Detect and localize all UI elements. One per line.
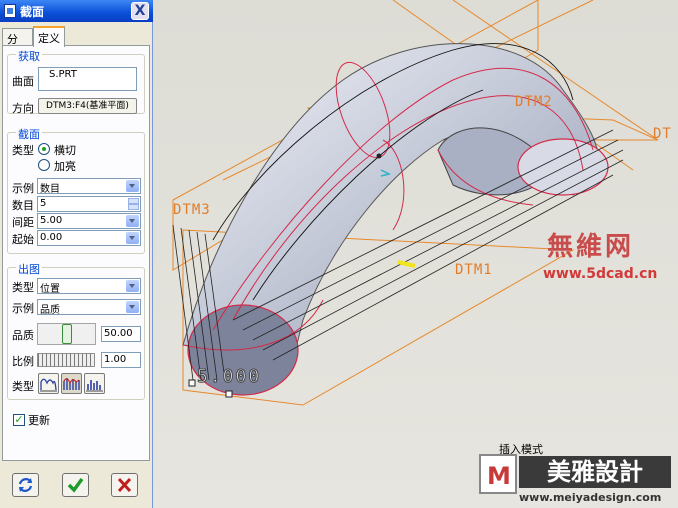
count-stepper[interactable]: 5	[37, 196, 141, 212]
radio-cross-section[interactable]	[38, 143, 50, 155]
histogram-button[interactable]	[84, 373, 105, 394]
datum-label-dt[interactable]: DT	[653, 126, 672, 142]
radio-highlight-label: 加亮	[54, 160, 76, 173]
count-value: 5	[40, 198, 47, 209]
section-example-select[interactable]: 数目	[37, 178, 141, 194]
datum-label-dtm1[interactable]: DTM1	[455, 262, 493, 278]
curve-chart-button[interactable]	[38, 373, 59, 394]
direction-label: 方向	[12, 102, 34, 115]
output-group-title: 出图	[16, 261, 42, 277]
dimension-handle	[188, 379, 196, 387]
start-select[interactable]: 0.00	[37, 230, 141, 246]
output-type-label: 类型	[12, 281, 34, 294]
chevron-down-icon[interactable]	[126, 280, 139, 292]
output-example-label: 示例	[12, 302, 34, 315]
dialog-title: 截面	[20, 5, 45, 19]
close-button[interactable]: X	[131, 2, 149, 20]
histogram-icon	[86, 380, 103, 392]
logo-text: 美雅設計	[519, 456, 671, 488]
section-group-title: 截面	[16, 126, 42, 142]
chevron-down-icon[interactable]	[126, 301, 139, 313]
spinner-icon[interactable]	[128, 198, 139, 210]
tab-analysis[interactable]: 分析	[2, 28, 33, 62]
quality-input[interactable]: 50.00	[101, 326, 141, 342]
definition-group-title: 获取	[16, 48, 42, 64]
curve-chart-icon	[40, 378, 57, 392]
ratio-label: 比例	[12, 355, 34, 368]
ok-button[interactable]	[62, 473, 89, 497]
update-label: 更新	[28, 414, 50, 427]
output-type-value: 位置	[40, 284, 60, 294]
logo-letter: M	[487, 462, 511, 490]
definition-panel: 获取 曲面 S.PRT 方向 DTM3:F4(基准平面) 截面 类型 横切 加亮…	[2, 45, 150, 461]
watermark-title: 無維网	[547, 232, 635, 262]
surface-label: 曲面	[12, 75, 34, 88]
update-checkbox[interactable]: ✓	[13, 414, 25, 426]
section-dialog: 截面 X 分析 定义 获取 曲面 S.PRT 方向 DTM3:F4(基准平面) …	[0, 0, 153, 508]
repeat-icon	[18, 478, 33, 492]
watermark-url: www.5dcad.cn	[543, 266, 658, 282]
window-icon	[4, 4, 16, 18]
logo-url: www.meiyadesign.com	[519, 491, 662, 504]
output-example-select[interactable]: 品质	[37, 299, 141, 315]
chart-type-label: 类型	[12, 380, 34, 393]
section-example-value: 数目	[40, 184, 60, 194]
spacing-select[interactable]: 5.00	[37, 213, 141, 229]
bar-chart-icon	[63, 378, 80, 390]
direction-button[interactable]: DTM3:F4(基准平面)	[38, 98, 137, 114]
quality-slider[interactable]	[37, 323, 96, 345]
output-group: 出图 类型 位置 示例 品质 品质 50.00 比例 1.00 类型	[7, 261, 145, 400]
brand-logo: M 美雅設計 www.meiyadesign.com	[479, 454, 673, 506]
section-example-label: 示例	[12, 182, 34, 195]
bar-chart-button[interactable]	[61, 373, 82, 394]
dimension-value[interactable]: 5.000	[196, 366, 261, 388]
ratio-input[interactable]: 1.00	[101, 352, 141, 368]
tab-definition[interactable]: 定义	[33, 26, 65, 47]
definition-group: 获取 曲面 S.PRT 方向 DTM3:F4(基准平面)	[7, 48, 145, 115]
section-type-label: 类型	[12, 144, 34, 157]
radio-highlight[interactable]	[38, 159, 50, 171]
count-label: 数目	[12, 199, 34, 212]
section-group: 截面 类型 横切 加亮 示例 数目 数目 5 间距 5.00 起始 0.00	[7, 126, 145, 254]
radio-cross-section-label: 横切	[54, 144, 76, 157]
output-type-select[interactable]: 位置	[37, 278, 141, 294]
cancel-button[interactable]	[111, 473, 138, 497]
dimension-handle	[225, 390, 233, 398]
logo-mark: M	[479, 454, 517, 494]
output-example-value: 品质	[40, 305, 60, 315]
quality-slider-thumb[interactable]	[62, 324, 72, 344]
datum-label-dtm3[interactable]: DTM3	[173, 202, 211, 218]
spacing-value: 5.00	[40, 215, 63, 226]
chevron-down-icon[interactable]	[126, 232, 139, 244]
dialog-titlebar[interactable]: 截面 X	[0, 0, 153, 22]
check-icon	[67, 477, 84, 493]
chevron-down-icon[interactable]	[126, 180, 139, 192]
cancel-x-icon	[117, 477, 132, 493]
model-viewport[interactable]: DTM3 DTM1 DTM2 DT 5.000 無維网 www.5dcad.cn…	[153, 0, 678, 508]
chevron-down-icon[interactable]	[126, 215, 139, 227]
surface-collector[interactable]: S.PRT	[38, 67, 137, 91]
repeat-button[interactable]	[12, 473, 39, 497]
datum-label-dtm2[interactable]: DTM2	[515, 94, 553, 110]
spacing-label: 间距	[12, 216, 34, 229]
start-value: 0.00	[40, 232, 63, 243]
ratio-scale[interactable]	[37, 353, 95, 367]
start-label: 起始	[12, 233, 34, 246]
quality-label: 品质	[12, 329, 34, 342]
